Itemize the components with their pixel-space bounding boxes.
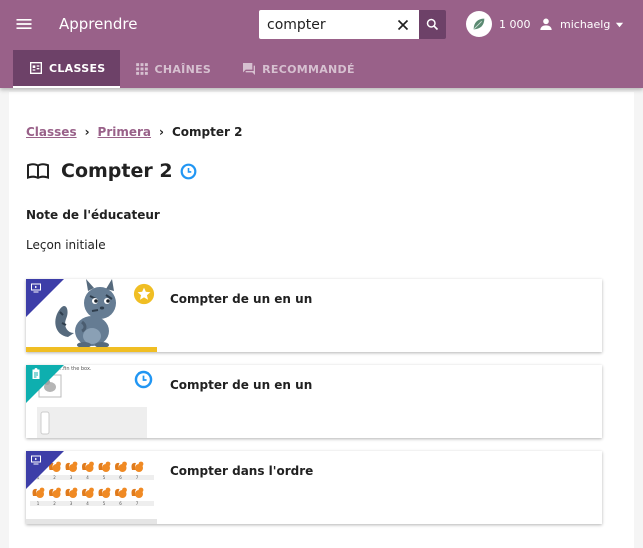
educator-note-text: Leçon initiale — [26, 238, 106, 252]
menu-button[interactable] — [14, 14, 34, 34]
breadcrumb-separator: › — [159, 125, 164, 139]
apps-grid-icon — [136, 63, 149, 75]
squirrel-glyph — [131, 461, 144, 472]
user-menu[interactable]: michaelg — [538, 13, 624, 35]
close-icon — [397, 19, 409, 31]
squirrel-glyph — [115, 461, 127, 472]
video-icon — [31, 283, 41, 293]
points-display[interactable]: 1 000 — [466, 11, 531, 37]
card-title: Compter de un en un — [170, 378, 313, 392]
squirrel-glyph — [115, 487, 127, 498]
clock-icon — [134, 370, 153, 389]
points-badge — [466, 11, 492, 37]
tab-classes[interactable]: CLASSES — [13, 50, 121, 88]
menu-icon — [16, 19, 32, 29]
page-title: Compter 2 — [61, 160, 173, 182]
star-icon — [133, 283, 155, 305]
grid-number-label: 1 — [37, 501, 40, 506]
points-value: 1 000 — [499, 17, 531, 31]
card-title: Compter dans l'ordre — [170, 464, 314, 478]
classroom-icon — [30, 62, 42, 74]
breadcrumb-separator: › — [84, 125, 90, 139]
nav-tabs: CLASSES CHAÎNES RECOMMANDÉ — [13, 50, 370, 88]
content-card[interactable]: ..fin the box. Compter de un en un — [26, 365, 602, 438]
tab-channels-label: CHAÎNES — [154, 62, 212, 76]
squirrel-glyph — [131, 487, 144, 498]
squirrel-glyph — [65, 461, 78, 472]
content-card[interactable]: Compter de un en un — [26, 279, 602, 352]
grid-number-label: 3 — [70, 501, 73, 506]
video-icon — [31, 455, 41, 465]
grid-number-label: 2 — [53, 501, 56, 506]
breadcrumb: Classes › Primera › Compter 2 — [26, 124, 242, 140]
exercise-icon — [32, 368, 40, 379]
user-name: michaelg — [560, 17, 611, 31]
caret-down-icon — [616, 22, 624, 27]
app-title: Apprendre — [59, 15, 138, 33]
card-progress-bar — [26, 519, 157, 524]
grid-number-label: 4 — [86, 501, 89, 506]
squirrel-glyph — [32, 487, 45, 498]
breadcrumb-classes[interactable]: Classes — [26, 124, 77, 140]
squirrel-glyph — [65, 487, 78, 498]
breadcrumb-primera[interactable]: Primera — [98, 124, 151, 140]
tab-recommended-label: RECOMMANDÉ — [262, 62, 355, 76]
search-box — [259, 10, 446, 39]
squirrel-glyph — [82, 461, 94, 472]
grid-number-label: 7 — [136, 501, 139, 506]
lesson-header: Compter 2 — [26, 158, 198, 184]
grid-number-label: 7 — [136, 475, 139, 480]
tab-channels[interactable]: CHAÎNES — [120, 50, 226, 88]
squirrel-glyph — [49, 487, 61, 498]
tab-recommended[interactable]: RECOMMANDÉ — [226, 50, 370, 88]
grid-number-label: 5 — [103, 501, 106, 506]
content-card[interactable]: 12345671234567 Compter dans l'ordre — [26, 451, 602, 524]
grid-number-label: 6 — [119, 501, 122, 506]
grid-number-label: 3 — [70, 475, 73, 480]
card-title: Compter de un en un — [170, 292, 313, 306]
squirrel-glyph — [98, 487, 111, 498]
breadcrumb-current: Compter 2 — [171, 125, 243, 139]
lesson-book-icon — [27, 163, 49, 179]
educator-note-label: Note de l'éducateur — [26, 208, 160, 222]
search-submit-button[interactable] — [419, 10, 446, 39]
squirrel-glyph — [98, 461, 111, 472]
clear-search-button[interactable] — [394, 16, 412, 34]
clock-icon — [180, 163, 196, 179]
grid-number-label: 4 — [86, 475, 89, 480]
search-icon — [426, 18, 439, 31]
forum-icon — [243, 63, 256, 75]
tab-classes-label: CLASSES — [49, 61, 106, 75]
person-icon — [540, 18, 552, 30]
app-bar: Apprendre 1 000 michaelg CLASSES CH — [0, 0, 643, 88]
grid-number-label: 6 — [119, 475, 122, 480]
squirrel-glyph — [82, 487, 94, 498]
card-progress-bar — [26, 347, 157, 352]
points-leaf-icon — [473, 18, 485, 30]
grid-number-label: 5 — [103, 475, 106, 480]
